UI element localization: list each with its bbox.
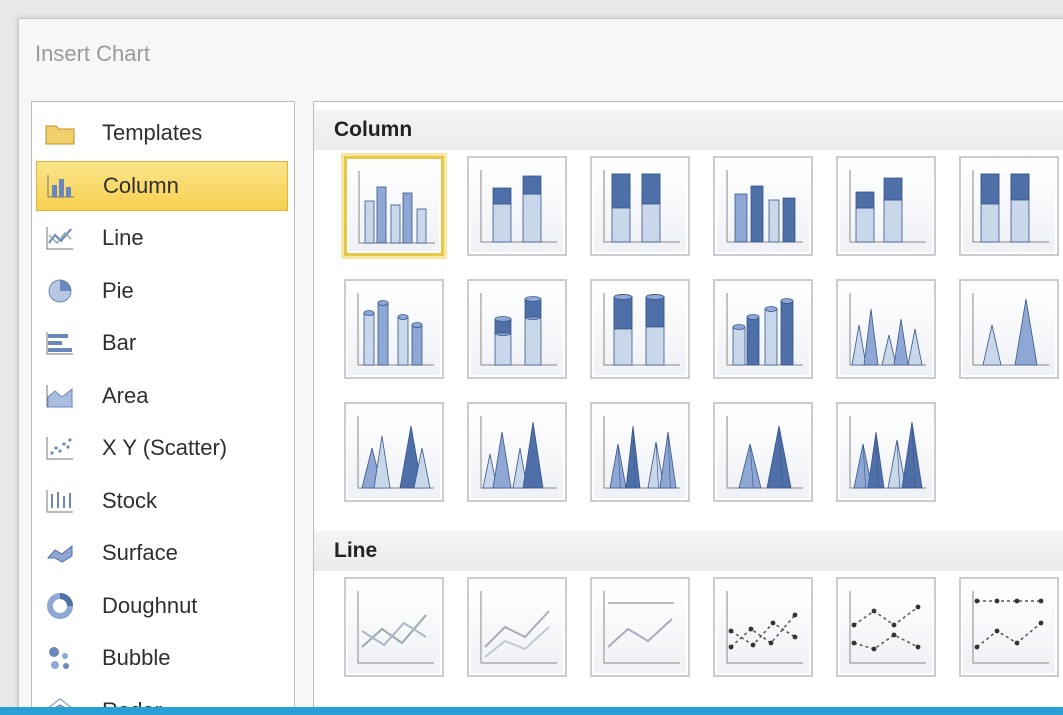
column-chart-icon [358, 171, 435, 244]
chart-thumbnail-line[interactable] [344, 577, 444, 677]
conestack-chart-icon [972, 293, 1049, 366]
cylinder-chart-icon [357, 293, 434, 366]
category-item-area[interactable]: Area [36, 371, 288, 421]
category-label: Bubble [102, 645, 171, 670]
surface-chart-icon [42, 538, 78, 568]
category-label: Bar [102, 330, 137, 355]
chart-thumbnail-stacked-cylinder[interactable] [467, 279, 567, 379]
pyramid-chart-icon [603, 416, 680, 489]
section-header-column: Column [314, 110, 1063, 150]
stacked3d-chart-icon [849, 170, 926, 243]
chart-thumbnail-stacked-line[interactable] [467, 577, 567, 677]
chart-thumbnail-3d-stacked-column[interactable] [836, 156, 936, 256]
cylinderstack-chart-icon [480, 293, 557, 366]
scatter-chart-icon [42, 433, 78, 463]
line-chart-icon [42, 223, 78, 253]
chart-thumbnail-100-percent-stacked-column[interactable] [590, 156, 690, 256]
folder-icon [42, 118, 78, 148]
linemarkers2-chart-icon [849, 591, 926, 664]
category-label: Surface [102, 540, 178, 565]
category-label: Area [102, 382, 149, 408]
category-label: Column [103, 172, 179, 198]
dialog-title: Insert Chart [35, 41, 150, 66]
bar-chart-icon [42, 328, 78, 358]
chart-thumbnail-stacked-pyramid[interactable] [713, 402, 813, 502]
chart-category-list[interactable]: Templates Column Line Pie Bar Area X Y (Scatte… [31, 101, 295, 715]
cylinderstack100-chart-icon [603, 293, 680, 366]
cone3d-chart-icon [357, 416, 434, 489]
chart-thumbnail-stacked-cone[interactable] [959, 279, 1059, 379]
category-item-line[interactable]: Line [36, 213, 288, 263]
chart-thumbnail-100-percent-stacked-cone[interactable] [344, 402, 444, 502]
chart-type-gallery[interactable]: ColumnLinePie [313, 101, 1063, 715]
chart-thumbnail-clustered-pyramid[interactable] [590, 402, 690, 502]
chart-thumbnail-clustered-column[interactable] [344, 156, 444, 256]
chart-thumbnail-3d-cylinder[interactable] [713, 279, 813, 379]
stacked-chart-icon [480, 170, 557, 243]
doughnut-chart-icon [42, 591, 78, 621]
chart-thumbnail-3d-100-percent-stacked-column[interactable] [959, 156, 1059, 256]
insert-chart-dialog: Insert Chart Templates Column Line Pie Bar Ar… [18, 18, 1063, 715]
category-item-x-y-scatter[interactable]: X Y (Scatter) [36, 423, 288, 473]
category-item-doughnut[interactable]: Doughnut [36, 581, 288, 631]
category-label: Line [102, 225, 144, 250]
chart-thumbnail-100-percent-stacked-cylinder[interactable] [590, 279, 690, 379]
category-item-pie[interactable]: Pie [36, 266, 288, 316]
cylinder3d-chart-icon [726, 293, 803, 366]
column3d-chart-icon [726, 170, 803, 243]
category-label: Pie [102, 277, 134, 303]
area-chart-icon [42, 381, 78, 411]
chart-thumbnail-100-percent-stacked-line[interactable] [590, 577, 690, 677]
category-item-stock[interactable]: Stock [36, 476, 288, 526]
pie-chart-icon [42, 276, 78, 306]
window-edge-stripe [0, 707, 1063, 715]
column-chart-icon [43, 171, 79, 201]
stacked1003d-chart-icon [972, 170, 1049, 243]
chart-thumbnail-stacked-line-with-markers[interactable] [836, 577, 936, 677]
chart-thumbnail-3d-clustered-column[interactable] [713, 156, 813, 256]
category-label: X Y (Scatter) [102, 435, 228, 460]
category-label: Doughnut [102, 592, 198, 618]
category-item-templates[interactable]: Templates [36, 108, 288, 158]
linemarkers-chart-icon [726, 591, 803, 664]
cone3dwide-chart-icon [480, 416, 557, 489]
category-item-column[interactable]: Column [36, 160, 288, 211]
category-label: Templates [102, 120, 203, 145]
linemarkers3-chart-icon [972, 591, 1049, 664]
pyramidstack-chart-icon [726, 416, 803, 489]
section-header-line: Line [314, 531, 1063, 571]
chart-thumbnail-3d-cone[interactable] [467, 402, 567, 502]
category-item-bubble[interactable]: Bubble [36, 633, 288, 683]
line-chart-icon [357, 591, 434, 664]
cone-chart-icon [849, 293, 926, 366]
stacked100-chart-icon [603, 170, 680, 243]
chart-thumbnail-line-with-markers[interactable] [713, 577, 813, 677]
line3-chart-icon [603, 591, 680, 664]
line2-chart-icon [480, 591, 557, 664]
chart-thumbnail-100-percent-stacked-line-with-markers[interactable] [959, 577, 1059, 677]
stock-chart-icon [42, 486, 78, 516]
bubble-chart-icon [42, 643, 78, 673]
chart-thumbnail-3d-pyramid[interactable] [836, 402, 936, 502]
chart-thumbnail-clustered-cone[interactable] [836, 279, 936, 379]
category-label: Stock [102, 487, 158, 513]
chart-thumbnail-clustered-cylinder[interactable] [344, 279, 444, 379]
chart-thumbnail-stacked-column[interactable] [467, 156, 567, 256]
category-item-surface[interactable]: Surface [36, 528, 288, 578]
pyramid3d-chart-icon [849, 416, 926, 489]
category-item-bar[interactable]: Bar [36, 318, 288, 368]
